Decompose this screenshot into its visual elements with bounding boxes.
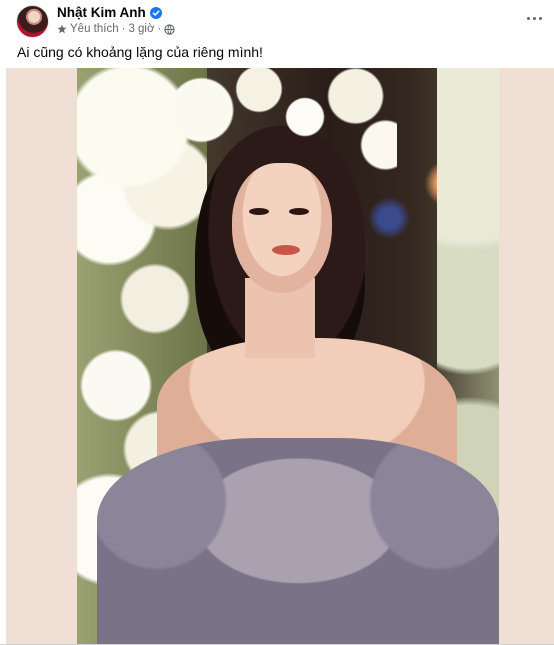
post-timestamp[interactable]: 3 giờ — [128, 23, 154, 35]
meta-separator: · — [121, 23, 126, 35]
globe-icon[interactable] — [164, 23, 176, 35]
woman-eye-right — [289, 208, 309, 215]
sequin-dress — [97, 438, 499, 645]
author-name[interactable]: Nhật Kim Anh — [57, 5, 146, 20]
woman-eye-left — [249, 208, 269, 215]
facebook-post: Nhật Kim Anh Yêu thích · 3 giờ · Ai cũng… — [0, 0, 554, 645]
favorites-label[interactable]: Yêu thích — [70, 23, 119, 35]
verified-badge-icon — [149, 6, 162, 19]
more-options-icon-dot-2 — [538, 16, 542, 20]
meta-separator-2: · — [157, 23, 162, 35]
woman-face — [232, 163, 332, 293]
more-options-button[interactable] — [520, 6, 548, 30]
post-header: Nhật Kim Anh Yêu thích · 3 giờ · — [0, 0, 554, 40]
woman-lips — [272, 245, 300, 255]
author-avatar[interactable] — [16, 5, 49, 38]
more-options-icon — [526, 16, 530, 20]
post-meta: Yêu thích · 3 giờ · — [57, 22, 176, 36]
post-photo[interactable] — [77, 68, 499, 645]
more-options-icon-dot — [532, 16, 536, 20]
author-row: Nhật Kim Anh — [57, 4, 162, 21]
star-icon — [57, 24, 67, 34]
post-photo-container — [6, 68, 554, 645]
post-caption: Ai cũng có khoảng lặng của riêng mình! — [17, 44, 263, 60]
